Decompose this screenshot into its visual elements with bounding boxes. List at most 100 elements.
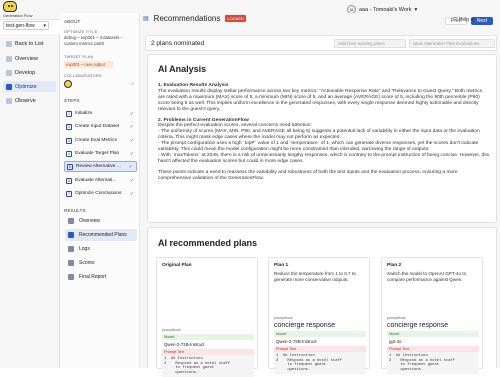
nav-label: Overview: [15, 55, 38, 62]
prompt-code: 1 ## Instruction 2 Respond as a hotel st…: [387, 352, 479, 375]
check-icon: ✓: [129, 150, 134, 157]
optimize-title-label: OPTIMIZE TITLE: [64, 29, 98, 34]
app-name: Generation Flow: [3, 13, 33, 18]
prompt-code: 1 ## Instruction 2 Respond as a hotel st…: [162, 355, 254, 377]
result-label: Scores: [79, 260, 95, 266]
promptbook-title: concierge response: [274, 322, 336, 329]
step-label: Create Eval Metrics: [75, 138, 117, 143]
analysis-conclusion: These points indicate a need to reassess…: [158, 169, 458, 181]
promptbook-title: concierge response: [387, 322, 449, 329]
check-icon: ✓: [129, 190, 134, 197]
overview-icon: [68, 218, 74, 224]
result-label: Recommended Plans: [79, 232, 127, 238]
result-logs[interactable]: Logs: [65, 243, 137, 255]
overview-icon: [6, 55, 12, 62]
brand[interactable]: Generation Flow: [3, 1, 32, 18]
workspace-name: test-gen-flow: [6, 22, 35, 29]
develop-icon: [6, 69, 12, 76]
model-value: gpt-4o: [389, 339, 402, 344]
step-evaluate-alternative[interactable]: 6 Evaluate Alternati... ✓: [64, 175, 137, 186]
plan-card-2[interactable]: Plan 2 Switch the model to OpenAI GPT-4o…: [381, 257, 483, 375]
nav-label: Observe: [15, 97, 36, 104]
analysis-bullet: - With `maxTokens` at 2048, there is a r…: [158, 152, 490, 164]
chevron-left-icon[interactable]: ‹: [132, 81, 134, 87]
step-create-eval-metrics[interactable]: 3 Create Eval Metrics ✓: [64, 135, 137, 146]
result-label: Final Report: [79, 274, 107, 280]
target-plan-label: TARGET PLAN: [64, 54, 94, 59]
result-label: Logs: [79, 246, 90, 252]
locked-badge: LOCKED: [225, 15, 246, 22]
step-initialize[interactable]: 1 Initialize ✓: [64, 108, 137, 119]
optimize-icon: [6, 83, 12, 90]
analysis-title: AI Analysis: [158, 64, 207, 74]
step-optimize-conclusions[interactable]: 7 Optimize Conclusions ✓: [64, 188, 137, 199]
next-button[interactable]: Next: [471, 17, 493, 25]
step-create-input-dataset[interactable]: 2 Create Input Dataset ✓: [64, 121, 137, 132]
check-icon: ✓: [129, 123, 134, 130]
result-recommended-plans[interactable]: Recommended Plans: [65, 229, 137, 241]
workspace-selector[interactable]: test-gen-flow ▾: [3, 21, 49, 30]
help-icon: ?: [454, 17, 457, 23]
user-name: aaa - Tomoaki's Work: [359, 6, 412, 13]
nav-label: Optimize: [15, 83, 37, 90]
step-label: Evaluate Alternati...: [75, 178, 117, 183]
optimize-title-value[interactable]: debug – exp001 – 3 datasets – custom met…: [64, 35, 138, 47]
about-heading: ABOUT: [64, 19, 81, 24]
step-evaluate-target-plan[interactable]: 4 Evaluate Target Plan ✓: [64, 148, 137, 159]
step-number: 5: [67, 163, 73, 170]
plan-card-1[interactable]: Plan 1 Reduce the temperature from 1 to …: [268, 257, 370, 375]
result-label: Overview: [79, 218, 100, 224]
nominated-count: 2 plans nominated: [151, 40, 205, 47]
observe-icon: [6, 97, 12, 104]
analysis-body: 1. Evaluation Results Analysis The evalu…: [158, 83, 490, 182]
collaborators-label: COLLABORATORS: [64, 73, 102, 78]
step-label: Evaluate Target Plan: [75, 151, 120, 156]
step-number: 4: [66, 150, 72, 157]
page-header: ▤ Recommendations LOCKED: [143, 14, 246, 23]
target-plan-chip[interactable]: exp001 – new output: [64, 61, 114, 68]
promptbook: promptbook concierge response Model gpt-…: [387, 316, 479, 375]
main-content: ▤ Recommendations LOCKED Prev Next 2 pla…: [140, 13, 500, 377]
plan-card-original[interactable]: Original Plan promptbook Model Qwen-2-72…: [156, 257, 258, 377]
ai-analysis-card: AI Analysis 1. Evaluation Results Analys…: [147, 54, 497, 223]
step-label: Initialize: [75, 111, 93, 116]
promptbook-label: promptbook: [274, 316, 293, 320]
step-number: 7: [66, 190, 72, 197]
report-icon: [68, 274, 74, 280]
help-button[interactable]: ? Help ▾: [454, 17, 474, 23]
collaborator-avatar[interactable]: [64, 80, 72, 88]
promptbook-label: promptbook: [387, 316, 406, 320]
nav-back-to-list[interactable]: Back to List: [3, 38, 56, 49]
analysis-section-1-body: The evaluation results display stellar p…: [158, 88, 483, 112]
recommend-icon: [68, 232, 74, 238]
result-overview[interactable]: Overview: [65, 215, 137, 227]
plan-heading: Original Plan: [162, 263, 192, 268]
add-from-existing-button[interactable]: Add from existing plans: [334, 39, 406, 48]
step-number: 1: [66, 110, 72, 117]
plans-title: AI recommended plans: [158, 238, 258, 248]
steps-heading: STEPS: [64, 98, 80, 103]
nav-label: Develop: [15, 69, 36, 76]
step-number: 2: [66, 123, 72, 130]
plan-heading: Plan 2: [387, 263, 402, 268]
step-label: Optimize Conclusions: [75, 191, 122, 196]
step-review-alternative[interactable]: 5 Review Alternative ... ✓: [64, 161, 137, 172]
analysis-bullet: - The uniformity of scores (MAX, MIN, P9…: [158, 129, 480, 141]
result-final-report[interactable]: Final Report: [65, 271, 137, 283]
nomination-bar: 2 plans nominated Add from existing plan…: [145, 35, 497, 51]
nav-label: Back to List: [15, 40, 44, 47]
page-title: Recommendations: [153, 14, 221, 23]
prompt-code: 1 ## Instruction 2 Respond as a hotel st…: [274, 352, 366, 375]
nav-overview[interactable]: Overview: [3, 53, 56, 64]
model-value: Qwen-2-72B-Instruct: [276, 339, 317, 344]
step-number: 3: [66, 137, 72, 144]
nav-observe[interactable]: Observe: [3, 95, 56, 106]
result-scores[interactable]: Scores: [65, 257, 137, 269]
back-arrow-icon: [6, 40, 12, 47]
recommended-plans-card: AI recommended plans Original Plan promp…: [147, 227, 497, 377]
model-value: Qwen-2-72B-Instruct: [164, 342, 205, 347]
nav-develop[interactable]: Develop: [3, 67, 56, 78]
start-evaluations-button[interactable]: Start Alternative Plan Evaluations: [409, 39, 495, 48]
promptbook: promptbook Model Qwen-2-72B-Instruct Pro…: [162, 328, 254, 377]
nav-optimize[interactable]: Optimize: [3, 81, 56, 92]
